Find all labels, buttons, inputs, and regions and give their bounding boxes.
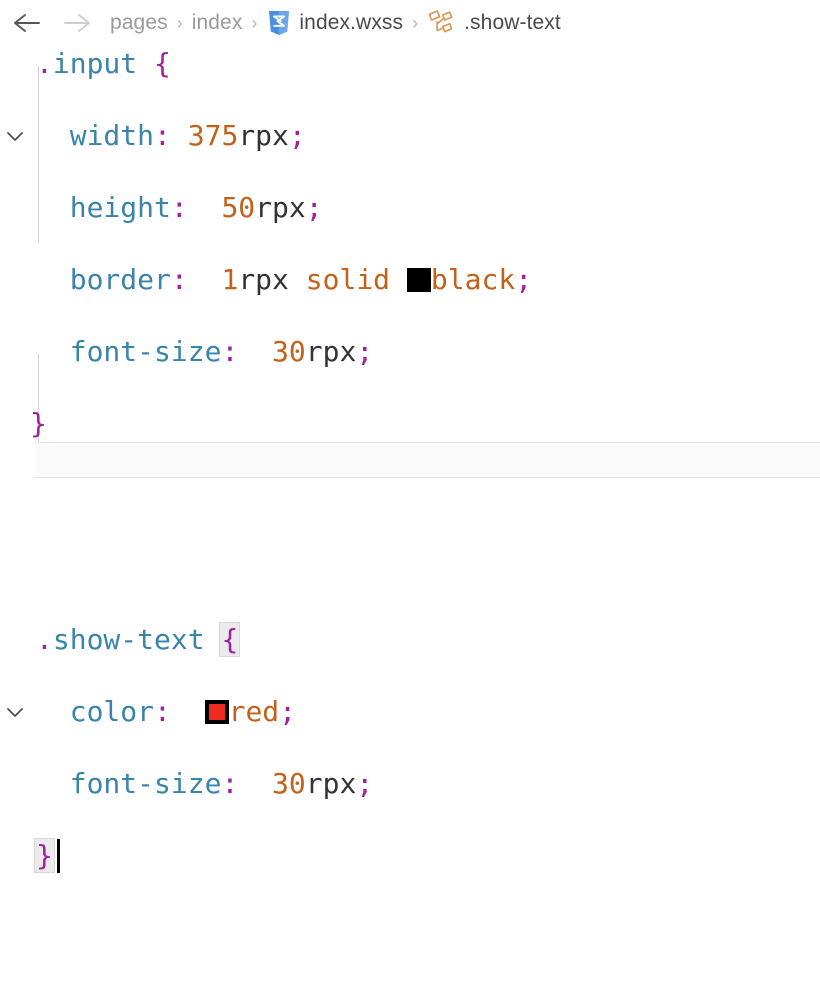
value-unit: rpx [238,119,289,152]
semicolon: ; [288,119,306,152]
rule-selector-line: .show-text { [36,622,241,658]
value-unit: rpx [305,335,357,368]
selector-dot: . [36,47,53,80]
close-brace: } [30,407,47,440]
value-number: 1 [221,263,239,296]
breadcrumb-item-file[interactable]: index.wxss [299,11,403,35]
forward-button[interactable] [60,6,94,40]
code-line[interactable]: font-size: 30rpx; [0,766,820,802]
semicolon: ; [356,335,374,368]
code-line[interactable]: .show-text { [0,622,820,717]
code-line[interactable]: color: red; [0,694,820,730]
arrow-left-icon [14,14,40,32]
code-line[interactable]: .input { [0,46,820,141]
code-line[interactable]: height: 50rpx; [0,190,820,226]
semicolon: ; [515,263,533,296]
close-brace-line: } [34,838,55,874]
property-name: color [69,695,155,728]
open-brace: { [219,622,241,657]
semicolon: ; [279,695,297,728]
breadcrumb-separator: › [176,12,183,33]
code-line[interactable]: border: 1rpx solid black; [0,262,820,298]
semicolon: ; [356,767,374,800]
property-name: border [69,263,171,296]
colon: : [221,335,239,368]
value-number: 30 [272,767,306,800]
code-line[interactable]: width: 375rpx; [0,118,820,154]
open-brace: { [154,47,171,80]
declaration-line: font-size: 30rpx; [36,334,373,370]
property-name: font-size [69,335,222,368]
rule-selector-line: .input { [36,46,171,82]
code-line-blank[interactable] [0,478,820,514]
color-keyword: black [430,263,516,296]
colon: : [170,263,188,296]
color-swatch-black[interactable] [406,268,431,292]
code-line-blank[interactable] [0,550,820,586]
semicolon: ; [305,191,323,224]
declaration-line: width: 375rpx; [36,118,306,154]
code-line[interactable]: } [0,406,820,442]
code-editor[interactable]: .input { width: 375rpx; height: 50rpx; b… [0,46,820,873]
declaration-line: color: red; [36,694,296,730]
border-style-keyword: solid [305,263,391,296]
breadcrumb-bar: pages › index › index.wxss › .show-text [0,0,820,46]
text-cursor [57,839,60,873]
breadcrumb-separator: › [412,12,419,33]
value-number: 375 [187,119,239,152]
code-line[interactable]: font-size: 30rpx; [0,334,820,370]
declaration-line: font-size: 30rpx; [36,766,373,802]
color-keyword: red [228,695,280,728]
back-button[interactable] [10,6,44,40]
current-line-highlight [35,442,820,478]
chevron-down-icon[interactable] [4,56,26,141]
arrow-right-icon [64,14,90,32]
value-unit: rpx [238,263,289,296]
breadcrumb-item-index[interactable]: index [192,11,243,35]
value-unit: rpx [255,191,306,224]
color-swatch-red[interactable] [204,700,229,724]
selector-name: show-text [52,623,205,656]
css-selector-symbol-icon [428,10,456,36]
chevron-down-icon[interactable] [4,632,26,717]
code-line[interactable]: } [0,838,820,874]
value-unit: rpx [305,767,357,800]
declaration-line: height: 50rpx; [36,190,323,226]
breadcrumb-separator: › [251,12,258,33]
selector-name: input [52,47,138,80]
colon: : [170,191,188,224]
colon: : [154,119,171,152]
property-name: height [69,191,171,224]
property-name: width [69,119,155,152]
property-name: font-size [69,767,222,800]
breadcrumb-item-pages[interactable]: pages [110,11,168,35]
colon: : [221,767,239,800]
selector-dot: . [36,623,53,656]
colon: : [154,695,171,728]
close-brace-line: } [30,406,47,442]
declaration-line: border: 1rpx solid black; [36,262,532,298]
breadcrumb-item-selector[interactable]: .show-text [464,11,561,35]
value-number: 30 [272,335,306,368]
close-brace: } [34,838,55,873]
value-number: 50 [221,191,256,224]
breadcrumb: pages › index › index.wxss › .show-text [110,9,561,37]
css3-file-icon [267,9,291,37]
